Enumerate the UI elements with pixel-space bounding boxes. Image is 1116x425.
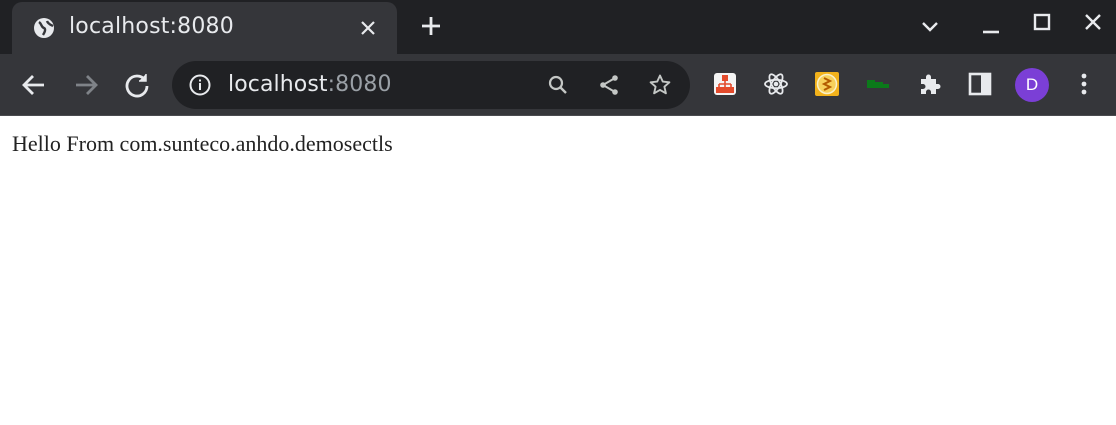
minimize-icon[interactable] xyxy=(979,14,1003,38)
more-menu-icon[interactable] xyxy=(1071,71,1097,97)
tab-active[interactable]: localhost:8080 xyxy=(12,2,397,54)
green-bar-extension-icon[interactable] xyxy=(865,71,891,97)
close-window-icon[interactable] xyxy=(1081,10,1105,34)
coin-extension-icon[interactable] xyxy=(814,71,840,97)
forward-icon[interactable] xyxy=(72,71,100,99)
close-tab-icon[interactable] xyxy=(358,18,378,38)
org-chart-extension-icon[interactable] xyxy=(712,71,738,97)
side-panel-icon[interactable] xyxy=(967,71,993,97)
extensions-puzzle-icon[interactable] xyxy=(916,71,942,97)
search-icon[interactable] xyxy=(546,73,570,97)
page-viewport: Hello From com.sunteco.anhdo.demosectls xyxy=(0,117,1116,425)
tab-search-chevron-icon[interactable] xyxy=(918,14,942,38)
profile-avatar[interactable]: D xyxy=(1015,68,1049,102)
browser-toolbar: localhost:8080 D xyxy=(0,54,1116,116)
react-devtools-icon[interactable] xyxy=(763,71,789,97)
back-icon[interactable] xyxy=(20,71,48,99)
share-icon[interactable] xyxy=(597,73,621,97)
tab-strip: localhost:8080 xyxy=(0,0,1116,54)
globe-icon xyxy=(34,18,54,38)
url-port: :8080 xyxy=(327,72,392,97)
url-host: localhost xyxy=(228,72,328,97)
page-body-text: Hello From com.sunteco.anhdo.demosectls xyxy=(12,131,393,156)
reload-icon[interactable] xyxy=(123,71,151,99)
site-info-icon[interactable] xyxy=(188,73,212,97)
url-text[interactable]: localhost:8080 xyxy=(228,72,392,97)
maximize-icon[interactable] xyxy=(1030,10,1054,34)
tab-title: localhost:8080 xyxy=(69,14,234,39)
address-bar[interactable]: localhost:8080 xyxy=(172,61,690,109)
new-tab-icon[interactable] xyxy=(420,15,442,37)
bookmark-star-icon[interactable] xyxy=(648,73,672,97)
